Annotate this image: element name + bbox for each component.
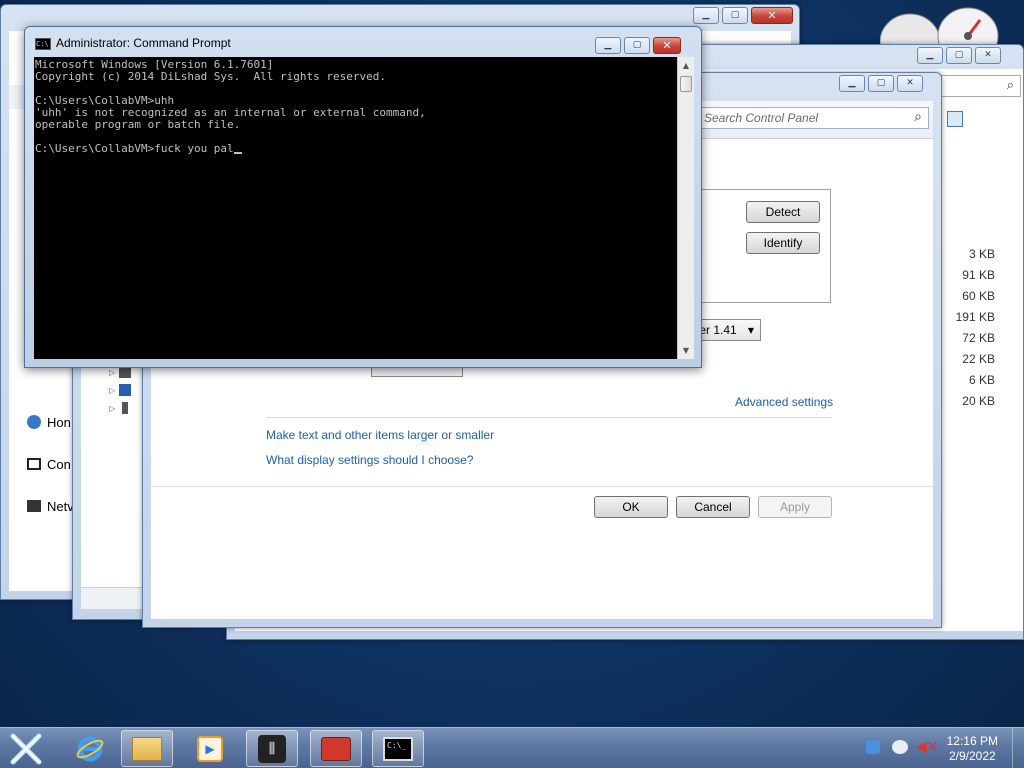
mixer-sliders-icon: ⫼ [258,734,286,763]
command-prompt-window[interactable]: C:\ Administrator: Command Prompt ▁ ▢ ✕ … [24,26,702,368]
cancel-button[interactable]: Cancel [676,496,750,518]
file-size-column: 3 KB 91 KB 60 KB 191 KB 72 KB 22 KB 6 KB… [935,247,995,415]
network-icon [27,500,41,512]
file-size: 72 KB [962,331,995,345]
taskbar-mixer[interactable]: ⫼ [246,730,298,767]
minimize-button[interactable]: ▁ [839,75,865,92]
window-title: Administrator: Command Prompt [56,36,231,50]
taskbar-windows-explorer[interactable] [121,730,173,767]
taskbar-media-player[interactable]: ▶ [184,730,236,767]
cmd-icon: C:\_ [383,736,413,761]
show-desktop-button[interactable] [1012,728,1024,768]
close-button[interactable]: ✕ [653,37,681,54]
advanced-settings-link[interactable]: Advanced settings [735,395,833,409]
network-tray-icon[interactable] [866,740,880,754]
console-line: operable program or batch file. [35,118,241,131]
make-text-larger-link[interactable]: Make text and other items larger or smal… [266,428,494,442]
close-button[interactable]: ✕ [975,47,1001,64]
apply-button[interactable]: Apply [758,496,832,518]
expand-arrow-icon[interactable]: ▷ [109,404,115,413]
console-line: Copyright (c) 2014 DiLshad Sys. All righ… [35,70,386,83]
file-size: 60 KB [962,289,995,303]
taskbar-command-prompt[interactable]: C:\_ [372,730,424,767]
expand-arrow-icon[interactable]: ▷ [109,386,115,395]
minimize-button[interactable]: ▁ [595,37,621,54]
homegroup-icon [27,415,41,429]
volume-muted-icon[interactable]: ◀✕ [916,739,939,755]
vertical-scrollbar[interactable]: ▲ ▼ [677,57,694,359]
maximize-button[interactable]: ▢ [946,47,972,64]
search-control-panel-input[interactable]: Search Control Panel ⌕ [699,107,929,129]
start-button[interactable] [2,730,50,767]
action-center-tray-icon[interactable] [892,740,908,754]
file-size: 20 KB [962,394,995,408]
scroll-thumb[interactable] [680,76,692,92]
display-settings-help-link[interactable]: What display settings should I choose? [266,453,473,467]
maximize-button[interactable]: ▢ [624,37,650,54]
scroll-down-arrow-icon[interactable]: ▼ [678,342,694,359]
search-placeholder: Search Control Panel [704,111,819,125]
search-icon: ⌕ [914,109,922,125]
file-size: 22 KB [962,352,995,366]
internet-explorer-icon [76,736,104,761]
identify-button[interactable]: Identify [746,232,820,254]
file-size: 3 KB [968,247,995,261]
start-x-icon [10,733,42,764]
tree-item[interactable]: ▷ [109,381,139,399]
chevron-down-icon: ▼ [747,325,754,335]
console-input-line: C:\Users\CollabVM>fuck you pal [35,142,234,155]
taskbar-internet-explorer[interactable] [64,730,116,767]
text-cursor [233,143,242,154]
folder-icon [132,736,162,761]
system-clock[interactable]: 12:16 PM 2/9/2022 [947,734,998,764]
tree-item[interactable]: ▷ [109,399,139,417]
nav-item-label: Netv [47,498,74,514]
nav-item-label: Con [47,456,71,472]
divider [151,486,933,487]
scroll-up-arrow-icon[interactable]: ▲ [678,57,694,74]
storage-icon [119,384,132,396]
taskbar: ▶ ⫼ C:\_ ◀✕ 12:16 PM 2/9/2022 [0,727,1024,768]
minimize-button[interactable]: ▁ [917,47,943,64]
usb-icon [122,402,129,414]
taskbar-control-panel[interactable] [310,730,362,767]
close-button[interactable]: ✕ [897,75,923,92]
search-box[interactable]: ⌕ [935,75,1021,97]
computer-icon [27,458,41,470]
file-size: 6 KB [968,373,995,387]
console-output[interactable]: Microsoft Windows [Version 6.1.7601] Cop… [34,57,677,359]
media-player-icon: ▶ [197,735,223,762]
maximize-button[interactable]: ▢ [868,75,894,92]
file-size: 91 KB [962,268,995,282]
clock-time: 12:16 PM [946,734,998,748]
maximize-button[interactable]: ▢ [722,7,748,24]
divider [266,417,832,418]
minimize-button[interactable]: ▁ [693,7,719,24]
cpu-meter-gadget [880,7,999,46]
search-icon: ⌕ [1006,78,1014,93]
display-dropdown-value: ter 1.41 [696,323,737,337]
close-button[interactable]: ✕ [751,7,793,24]
view-options-icon[interactable] [947,111,963,127]
cmd-icon: C:\ [35,38,51,50]
toolbox-icon [321,736,351,761]
detect-button[interactable]: Detect [746,201,820,223]
file-size: 191 KB [955,310,995,324]
clock-date: 2/9/2022 [948,749,996,763]
ok-button[interactable]: OK [594,496,668,518]
nav-item-label: Hon [47,414,71,430]
expand-arrow-icon[interactable]: ▷ [109,368,115,377]
